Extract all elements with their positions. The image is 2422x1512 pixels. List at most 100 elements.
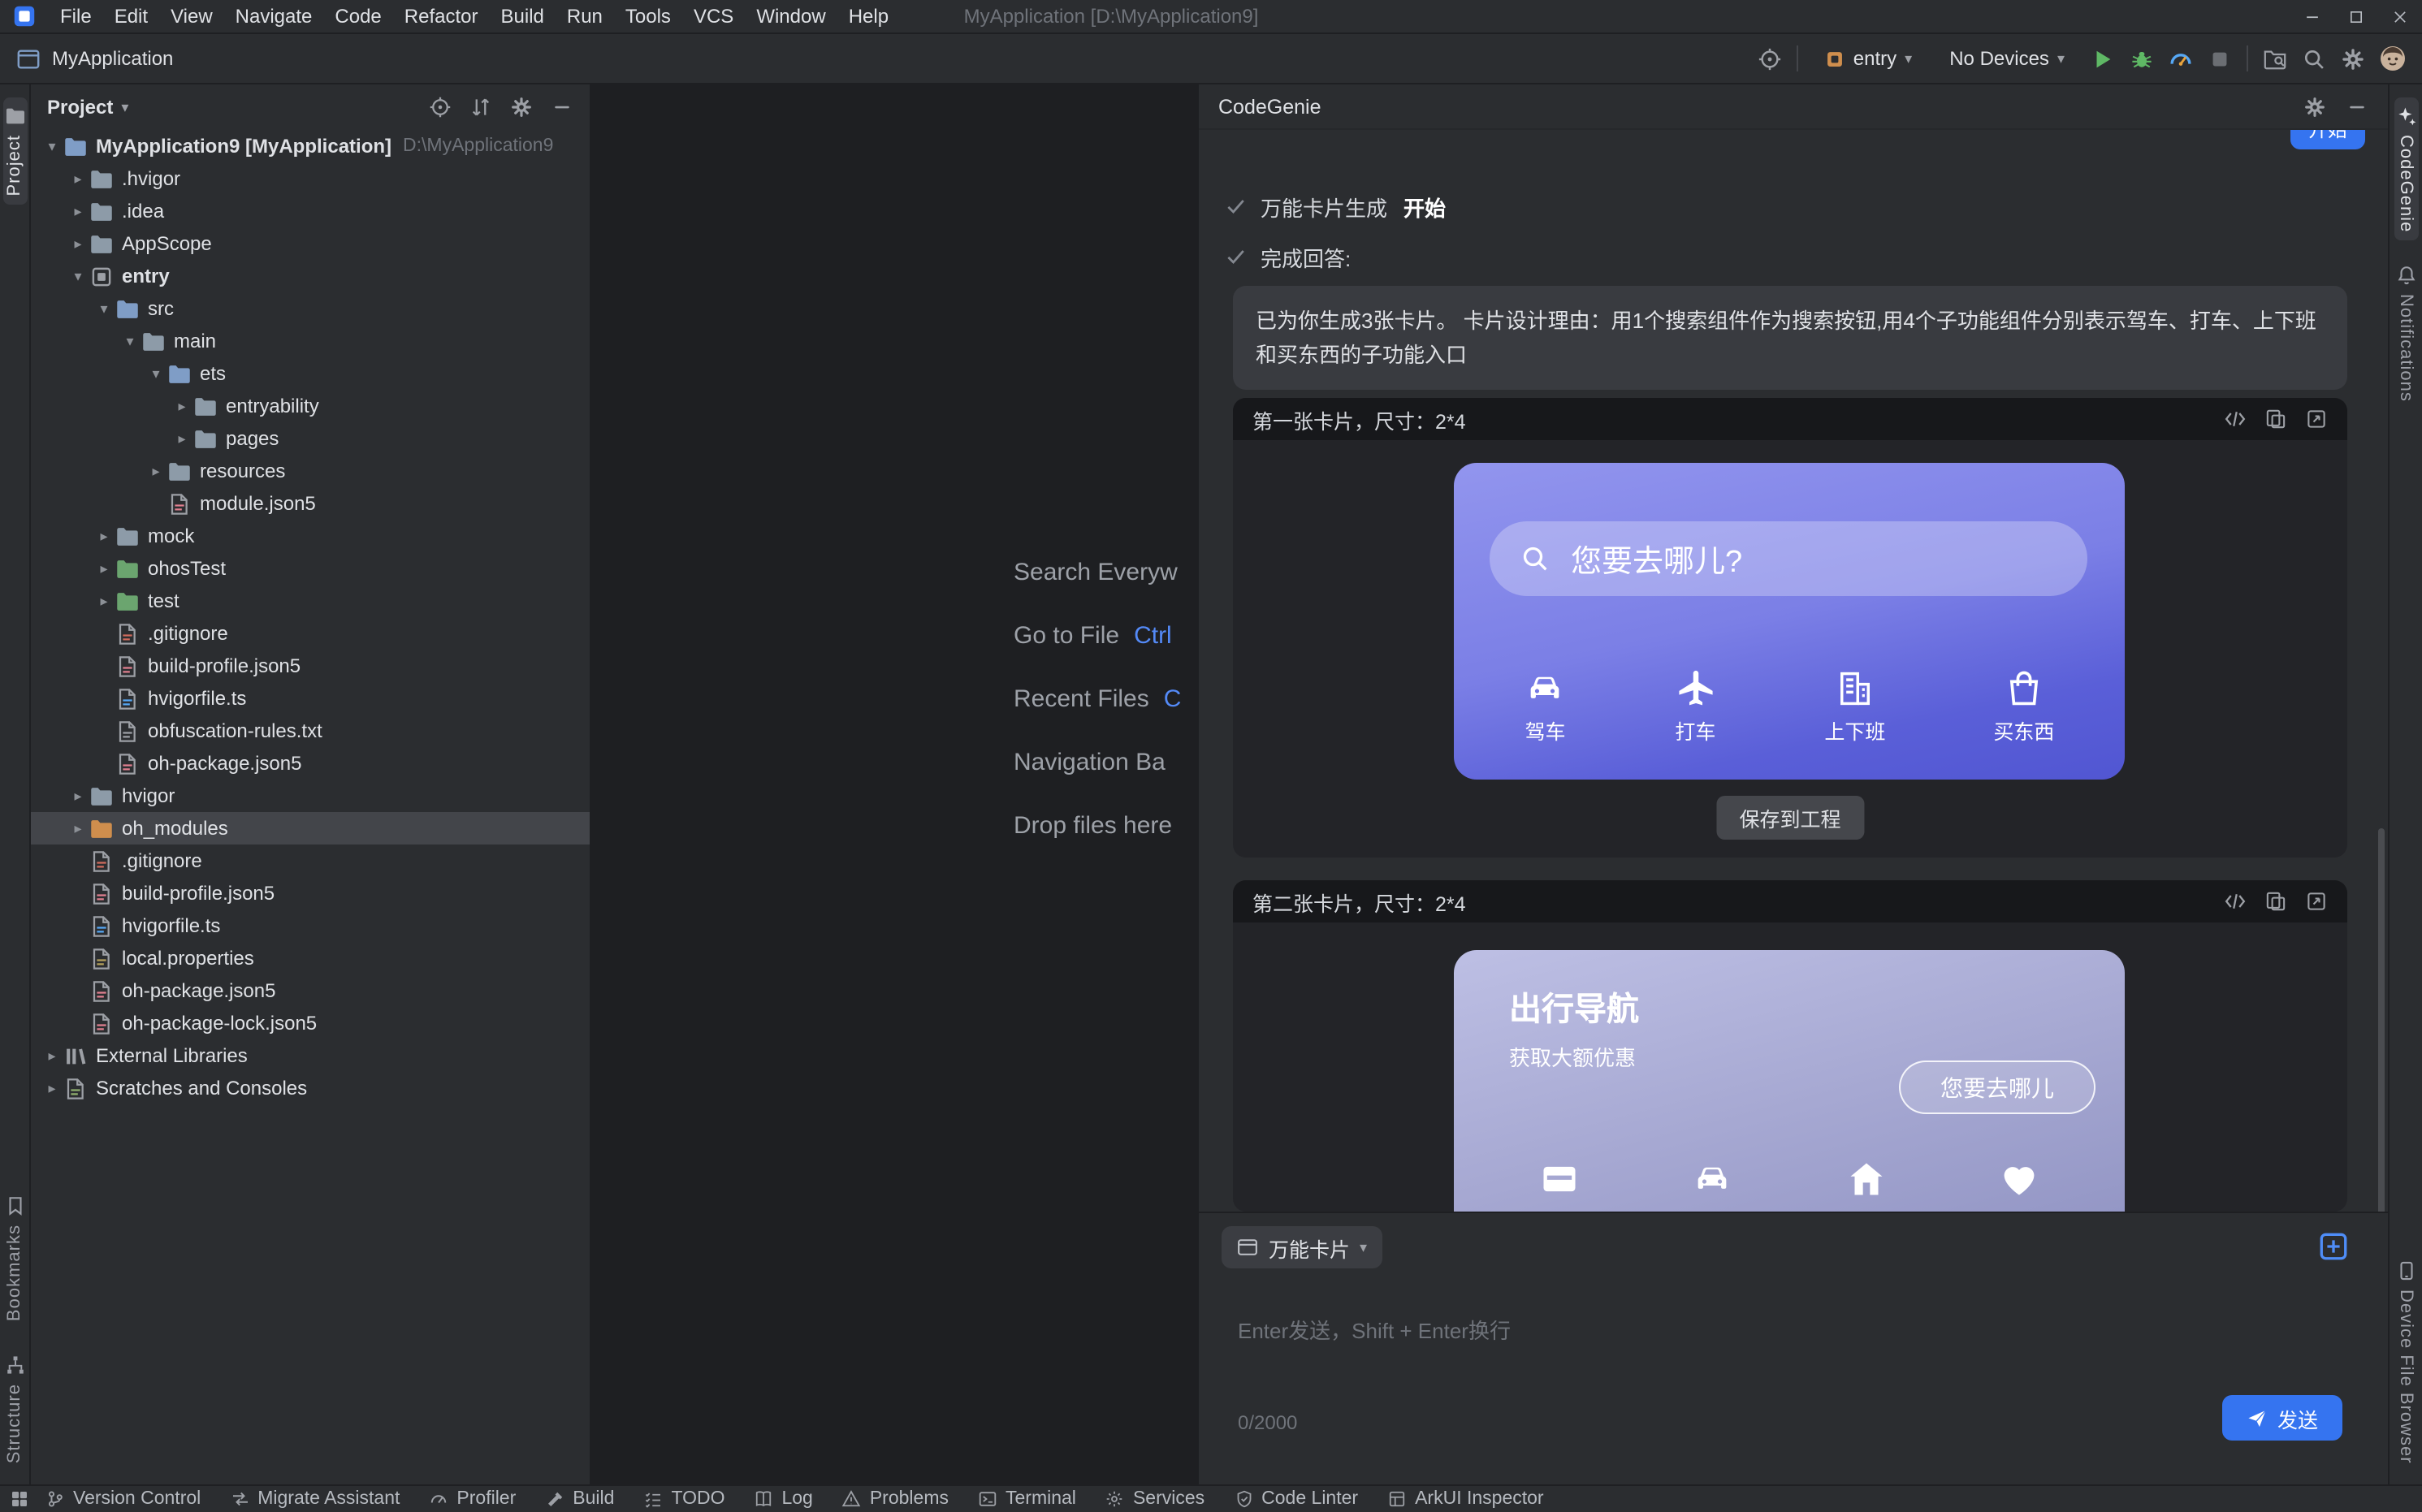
editor-area[interactable]: Search EverywGo to FileCtrlRecent FilesC…: [591, 84, 1197, 1484]
statusbar-log[interactable]: Log: [754, 1489, 812, 1509]
tree-item[interactable]: oh-package.json5: [31, 974, 590, 1007]
settings-gear-icon[interactable]: [2341, 46, 2365, 71]
menu-help[interactable]: Help: [837, 3, 900, 29]
menu-run[interactable]: Run: [556, 3, 614, 29]
tree-chevron-icon[interactable]: ▸: [171, 397, 193, 415]
device-selector[interactable]: No Devices ▾: [1938, 42, 2076, 75]
tree-item[interactable]: build-profile.json5: [31, 877, 590, 909]
statusbar-services[interactable]: Services: [1105, 1489, 1205, 1509]
export-preview-icon[interactable]: [2305, 408, 2328, 430]
message-input[interactable]: Enter发送，Shift + Enter换行: [1238, 1314, 1511, 1345]
tree-item[interactable]: ▾MyApplication9 [MyApplication]D:\MyAppl…: [31, 130, 590, 162]
tree-chevron-icon[interactable]: ▾: [119, 332, 141, 350]
run-button[interactable]: [2091, 46, 2115, 71]
minimize-icon[interactable]: [2303, 7, 2321, 25]
tree-item[interactable]: ▸mock: [31, 520, 590, 552]
card-feature-car[interactable]: 驾车: [1524, 667, 1566, 745]
tree-item[interactable]: ▸hvigor: [31, 780, 590, 812]
chevron-down-icon[interactable]: ▾: [121, 100, 128, 114]
tree-chevron-icon[interactable]: ▸: [93, 559, 115, 577]
menu-navigate[interactable]: Navigate: [224, 3, 324, 29]
tree-item[interactable]: ▸Scratches and Consoles: [31, 1072, 590, 1104]
close-icon[interactable]: [2391, 7, 2409, 25]
search-everywhere-icon[interactable]: [2302, 46, 2326, 71]
tree-item[interactable]: oh-package.json5: [31, 747, 590, 780]
stripe-tab-codegenie[interactable]: CodeGenie: [2394, 97, 2418, 240]
tree-chevron-icon[interactable]: ▸: [67, 170, 89, 188]
statusbar-migrate-assistant[interactable]: Migrate Assistant: [230, 1489, 400, 1509]
tree-item[interactable]: ▾entry: [31, 260, 590, 292]
tree-item[interactable]: obfuscation-rules.txt: [31, 715, 590, 747]
tree-item[interactable]: ▸.hvigor: [31, 162, 590, 195]
tree-item[interactable]: ▾src: [31, 292, 590, 325]
tree-item[interactable]: hvigorfile.ts: [31, 682, 590, 715]
view-code-icon[interactable]: [2224, 408, 2247, 430]
tree-chevron-icon[interactable]: ▾: [41, 137, 63, 155]
statusbar-build[interactable]: Build: [545, 1489, 614, 1509]
tree-chevron-icon[interactable]: ▾: [67, 267, 89, 285]
menu-tools[interactable]: Tools: [614, 3, 682, 29]
tree-item[interactable]: .gitignore: [31, 845, 590, 877]
debug-button[interactable]: [2130, 46, 2154, 71]
menu-window[interactable]: Window: [745, 3, 837, 29]
tree-item[interactable]: hvigorfile.ts: [31, 909, 590, 942]
send-button[interactable]: 发送: [2222, 1395, 2342, 1441]
statusbar-version-control[interactable]: Version Control: [45, 1489, 201, 1509]
tree-item[interactable]: ▸entryability: [31, 390, 590, 422]
menu-build[interactable]: Build: [490, 3, 556, 29]
tree-item[interactable]: ▾main: [31, 325, 590, 357]
codegenie-chat-scroll[interactable]: 开始 万能卡片生成 开始 完成回答: 已为你生成3张卡片。 卡片设计理由：用1个…: [1199, 130, 2388, 1212]
codegenie-hide-icon[interactable]: [2346, 95, 2368, 118]
menu-view[interactable]: View: [159, 3, 224, 29]
tree-item[interactable]: .gitignore: [31, 617, 590, 650]
tree-chevron-icon[interactable]: ▾: [93, 300, 115, 318]
tree-item[interactable]: ▸oh_modules: [31, 812, 590, 845]
export-preview-icon[interactable]: [2305, 890, 2328, 913]
stripe-tab-bookmarks[interactable]: Bookmarks: [2, 1188, 27, 1330]
tree-chevron-icon[interactable]: ▾: [145, 365, 167, 382]
copy-icon[interactable]: [2264, 408, 2287, 430]
tree-chevron-icon[interactable]: ▸: [145, 462, 167, 480]
locate-target-icon[interactable]: [1758, 46, 1782, 71]
device-file-browser-icon[interactable]: [2263, 46, 2287, 71]
statusbar-profiler[interactable]: Profiler: [429, 1489, 516, 1509]
profiler-button[interactable]: [2169, 46, 2193, 71]
tree-item[interactable]: local.properties: [31, 942, 590, 974]
card-feature-shop[interactable]: 买东西: [1993, 667, 2054, 745]
statusbar-code-linter[interactable]: Code Linter: [1234, 1489, 1358, 1509]
tree-chevron-icon[interactable]: ▸: [67, 235, 89, 253]
tree-item[interactable]: ▸ohosTest: [31, 552, 590, 585]
save-to-project-button[interactable]: 保存到工程: [1716, 796, 1863, 840]
partial-start-button[interactable]: 开始: [2290, 130, 2365, 149]
stripe-tab-device-file-browser[interactable]: Device File Browser: [2394, 1251, 2418, 1471]
tree-chevron-icon[interactable]: ▸: [93, 527, 115, 545]
scrollbar-thumb[interactable]: [2378, 828, 2385, 1212]
tree-item[interactable]: ▸AppScope: [31, 227, 590, 260]
tree-chevron-icon[interactable]: ▸: [41, 1047, 63, 1065]
statusbar-problems[interactable]: Problems: [842, 1489, 949, 1509]
attach-add-icon[interactable]: [2318, 1231, 2349, 1262]
menu-edit[interactable]: Edit: [103, 3, 159, 29]
tree-item[interactable]: build-profile.json5: [31, 650, 590, 682]
select-opened-file-icon[interactable]: [429, 96, 452, 119]
tree-chevron-icon[interactable]: ▸: [41, 1079, 63, 1097]
tree-item[interactable]: ▸.idea: [31, 195, 590, 227]
menu-refactor[interactable]: Refactor: [393, 3, 490, 29]
hide-panel-icon[interactable]: [551, 96, 573, 119]
stripe-tab-project[interactable]: Project: [2, 97, 27, 205]
maximize-icon[interactable]: [2347, 7, 2365, 25]
nav-card-button[interactable]: 您要去哪儿: [1899, 1061, 2095, 1114]
tree-item[interactable]: module.json5: [31, 487, 590, 520]
menu-vcs[interactable]: VCS: [682, 3, 745, 29]
toolbar-project[interactable]: MyApplication: [16, 46, 173, 71]
tree-item[interactable]: ▸pages: [31, 422, 590, 455]
layout-grid-icon[interactable]: [10, 1489, 29, 1509]
module-selector[interactable]: entry ▾: [1813, 42, 1923, 75]
card-feature-plane[interactable]: 打车: [1674, 667, 1716, 745]
copy-icon[interactable]: [2264, 890, 2287, 913]
tree-item[interactable]: ▾ets: [31, 357, 590, 390]
expand-collapse-icon[interactable]: [469, 96, 492, 119]
card-feature-commute[interactable]: 上下班: [1824, 667, 1885, 745]
tree-item[interactable]: ▸External Libraries: [31, 1039, 590, 1072]
tree-chevron-icon[interactable]: ▸: [67, 819, 89, 837]
